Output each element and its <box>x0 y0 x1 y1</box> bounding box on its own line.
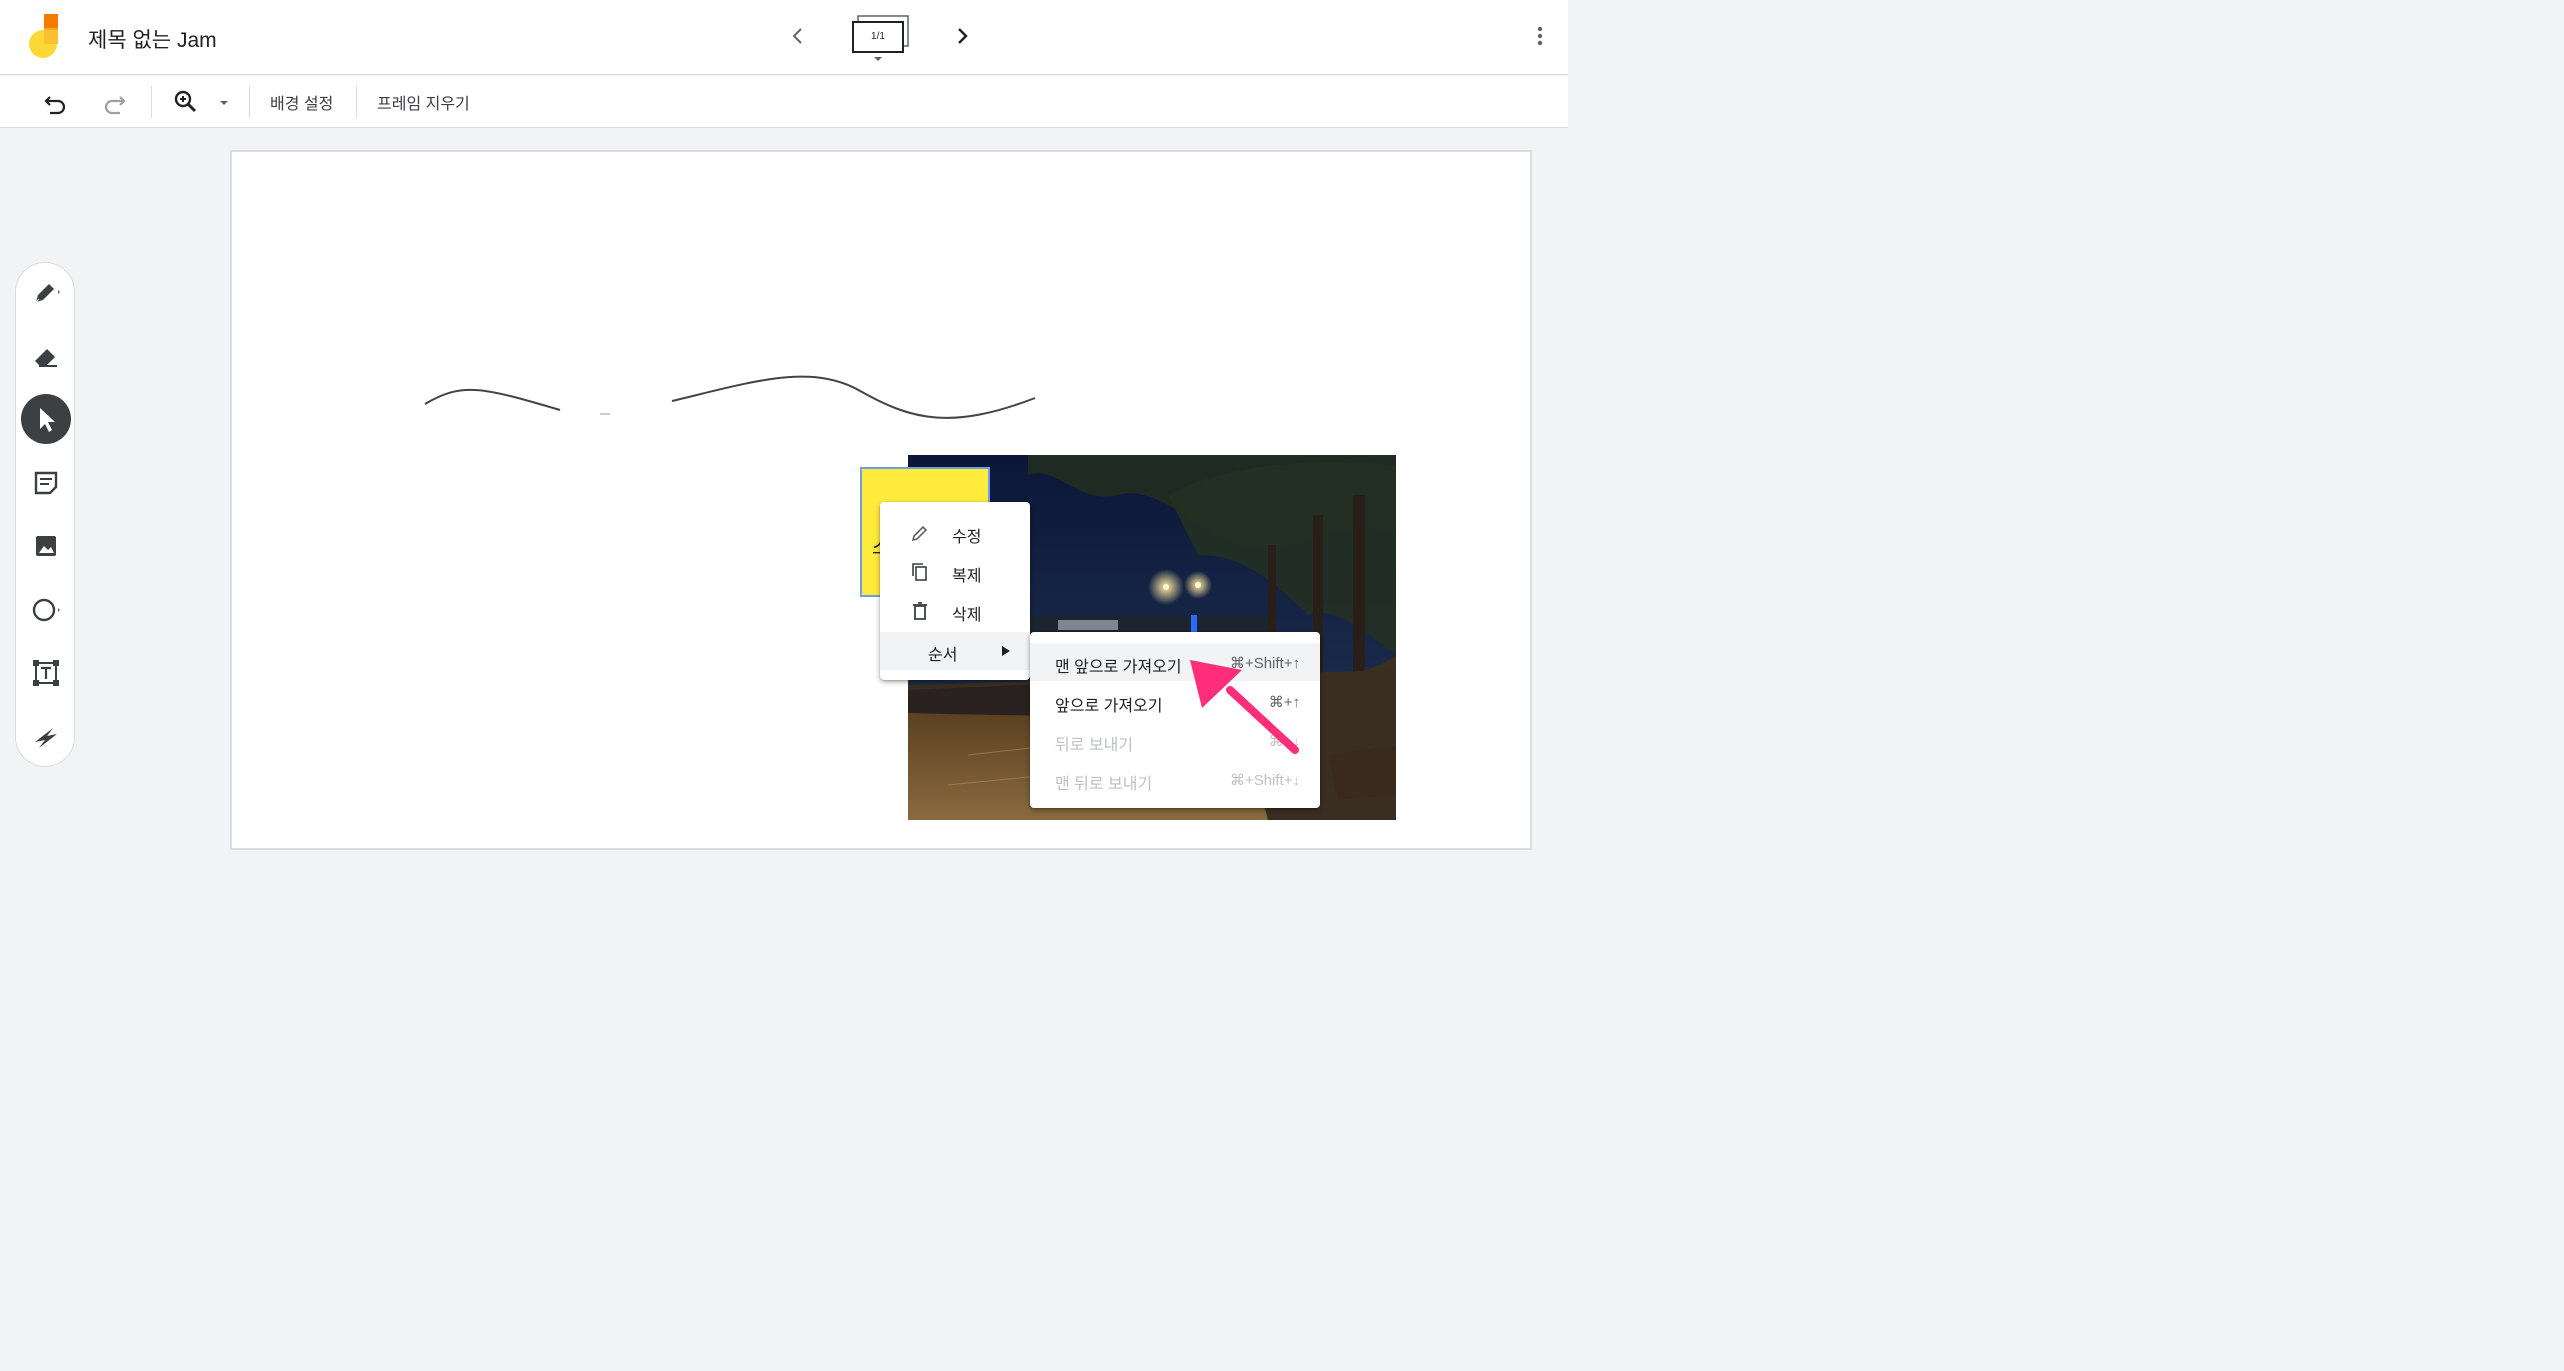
pen-tool[interactable] <box>21 268 71 318</box>
toolbar-divider <box>249 86 250 118</box>
pencil-icon <box>911 525 928 542</box>
shape-tool[interactable] <box>21 585 71 635</box>
pen-icon <box>35 284 60 303</box>
eraser-tool[interactable] <box>21 331 71 381</box>
next-frame-icon[interactable] <box>950 22 974 50</box>
annotation-arrow-icon <box>1190 660 1299 754</box>
top-bar: 제목 없는 Jam 1/1 <box>0 0 1568 75</box>
order-menu-item[interactable]: 순서 <box>880 632 1030 670</box>
duplicate-menu-item[interactable]: 복제 <box>880 553 1030 591</box>
frame-counter: 1/1 <box>871 31 885 42</box>
tool-palette <box>15 262 75 767</box>
delete-menu-item[interactable]: 삭제 <box>880 592 1030 630</box>
select-tool[interactable] <box>21 394 71 444</box>
circle-icon <box>32 598 60 622</box>
text-box-icon <box>33 660 59 686</box>
toolbar-divider <box>151 86 152 118</box>
menu-item-label: 복제 <box>952 568 982 585</box>
zoom-dropdown-icon[interactable] <box>214 88 234 116</box>
menu-item-label: 삭제 <box>952 607 982 624</box>
laser-icon <box>35 728 57 748</box>
sticky-note-tool[interactable] <box>21 458 71 508</box>
menu-item-label: 수정 <box>952 529 982 546</box>
document-title[interactable]: 제목 없는 Jam <box>88 24 217 54</box>
set-background-button[interactable]: 배경 설정 <box>270 90 333 114</box>
send-to-back-item: 맨 뒤로 보내기 ⌘+Shift+↓ <box>1030 760 1320 798</box>
jamboard-logo-icon <box>29 14 58 58</box>
image-icon <box>36 536 56 556</box>
toolbar-divider <box>356 86 357 118</box>
submenu-item-label: 앞으로 가져오기 <box>1055 698 1163 715</box>
image-tool[interactable] <box>21 521 71 571</box>
copy-icon <box>912 563 927 581</box>
text-box-tool[interactable] <box>21 648 71 698</box>
cursor-icon <box>40 408 55 432</box>
undo-icon[interactable] <box>42 88 70 116</box>
edit-toolbar: 배경 설정 프레임 지우기 <box>0 76 1568 128</box>
submenu-item-label: 뒤로 보내기 <box>1055 737 1134 754</box>
shortcut-label: ⌘+Shift+↓ <box>1229 772 1300 789</box>
clear-frame-button[interactable]: 프레임 지우기 <box>377 90 470 114</box>
submenu-item-label: 맨 앞으로 가져오기 <box>1055 659 1182 676</box>
zoom-icon[interactable] <box>172 88 200 116</box>
edit-menu-item[interactable]: 수정 <box>880 514 1030 552</box>
sticky-note-icon <box>34 471 58 495</box>
trash-icon <box>913 602 927 620</box>
redo-icon[interactable] <box>100 88 128 116</box>
context-menu: 수정 복제 삭제 순서 <box>880 502 1030 680</box>
submenu-item-label: 맨 뒤로 보내기 <box>1055 776 1153 793</box>
eraser-icon <box>35 349 57 367</box>
submenu-arrow-icon <box>1002 646 1010 656</box>
more-options-icon[interactable] <box>1528 22 1552 50</box>
laser-tool[interactable] <box>21 712 71 762</box>
previous-frame-icon[interactable] <box>786 22 810 50</box>
menu-item-label: 순서 <box>928 647 958 664</box>
